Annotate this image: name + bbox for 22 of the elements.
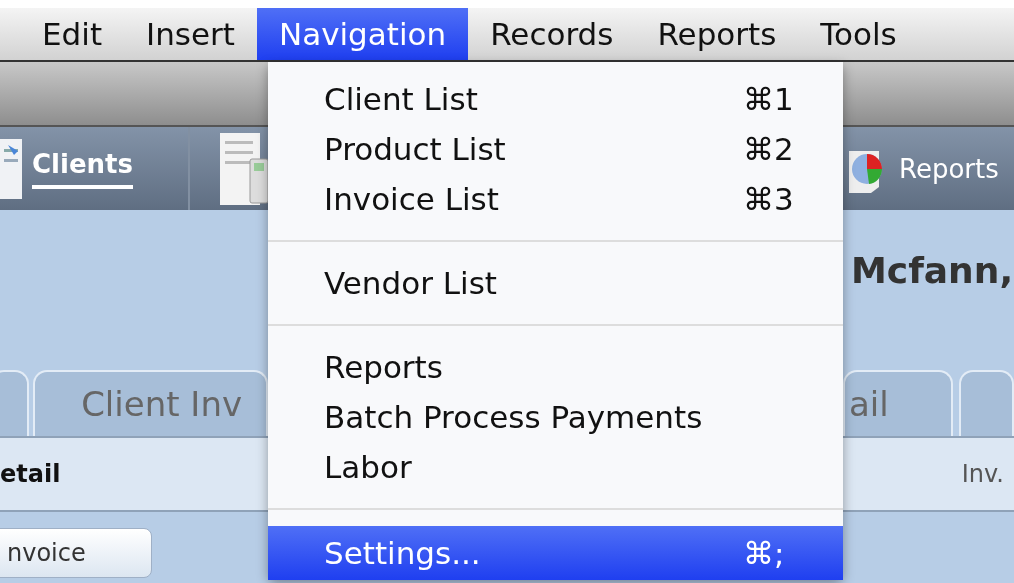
- menu-bar-item[interactable]: Insert: [124, 8, 257, 60]
- toolbar-tab[interactable]: Reports: [899, 153, 999, 184]
- menu-item[interactable]: Product List ⌘2: [268, 124, 843, 174]
- menu-bar-item[interactable]: Tools: [798, 8, 919, 60]
- tab[interactable]: [959, 370, 1014, 436]
- menu-item[interactable]: Vendor List: [268, 258, 843, 308]
- column-header: Inv.: [961, 460, 1004, 488]
- invoice-button[interactable]: nvoice: [0, 528, 152, 578]
- menu-item[interactable]: Invoice List ⌘3: [268, 174, 843, 224]
- menu-bar-item[interactable]: Edit: [20, 8, 125, 60]
- menu-bar-item[interactable]: Reports: [635, 8, 799, 60]
- section-title: etail: [0, 460, 61, 488]
- document-icon: [0, 138, 22, 199]
- menu-item[interactable]: Batch Process Payments: [268, 392, 843, 442]
- menu-item[interactable]: Labor: [268, 442, 843, 492]
- toolbar-tab[interactable]: Clients: [32, 148, 133, 189]
- menu-item[interactable]: Reports: [268, 342, 843, 392]
- menu-item[interactable]: Settings... ⌘;: [268, 526, 843, 580]
- record-title: Mcfann,: [851, 250, 1014, 291]
- tab[interactable]: [0, 370, 30, 436]
- menu-bar-item[interactable]: Navigation: [256, 8, 469, 60]
- menu-bar-item[interactable]: Records: [468, 8, 636, 60]
